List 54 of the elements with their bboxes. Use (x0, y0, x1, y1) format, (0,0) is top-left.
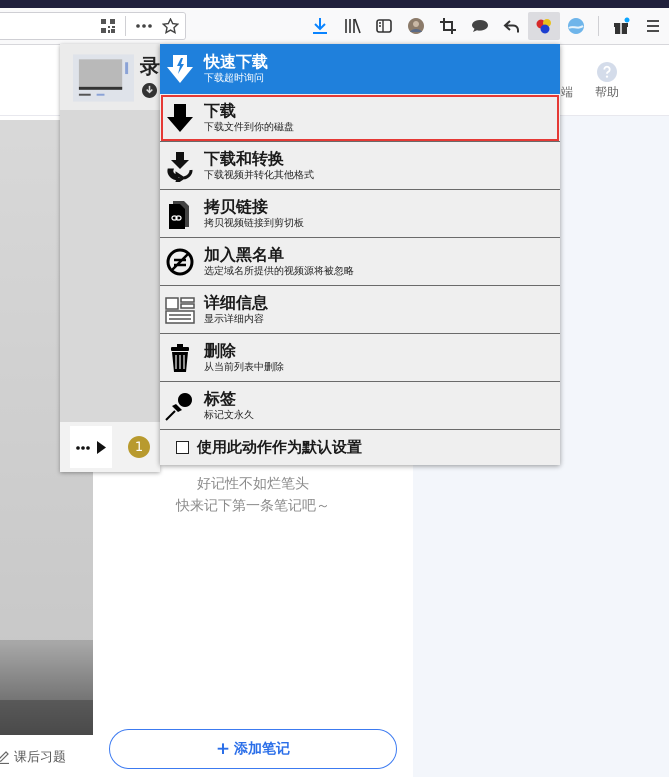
sidebar-icon[interactable] (375, 17, 393, 35)
empty-notes-text: 好记性不如烂笔头 (197, 475, 309, 493)
star-icon[interactable] (162, 18, 179, 34)
pencil-icon[interactable] (0, 750, 10, 764)
menu-item-title: 下载和转换 (204, 148, 285, 168)
menu-item-title: 下载 (204, 100, 237, 120)
menu-item-title: 拷贝链接 (204, 196, 269, 216)
library-icon[interactable] (343, 17, 361, 35)
menu-item-description: 标记文永久 (204, 408, 254, 422)
lightning-download-icon (164, 53, 196, 85)
download-arrow-icon (164, 102, 196, 134)
menu-item-title: 标签 (204, 388, 237, 408)
qr-code-icon[interactable] (101, 19, 115, 33)
menu-icon[interactable] (644, 17, 662, 35)
crop-icon[interactable] (439, 17, 457, 35)
menu-item-description: 显示详细内容 (204, 312, 265, 326)
menu-item[interactable]: 拷贝链接 拷贝视频链接到剪切板 (160, 190, 560, 238)
menu-item[interactable]: 删除 从当前列表中删除 (160, 334, 560, 382)
menu-item[interactable]: 详细信息 显示详细内容 (160, 286, 560, 334)
menu-item-title: 快速下载 (204, 52, 268, 72)
checkbox[interactable] (176, 441, 189, 454)
menu-item-title: 加入黑名单 (204, 244, 285, 264)
address-bar[interactable] (0, 12, 186, 40)
menu-item[interactable]: 快速下载 下载超时询问 (160, 44, 560, 94)
download-icon[interactable] (311, 17, 329, 35)
menu-item-description: 下载视频并转化其他格式 (204, 168, 314, 182)
menu-item-description: 拷贝视频链接到剪切板 (204, 216, 304, 230)
empty-notes-text: 快来记下第一条笔记吧～ (176, 497, 330, 515)
more-play-icon (75, 440, 107, 454)
count-badge: 1 (128, 436, 150, 458)
menu-item-description: 从当前列表中删除 (204, 360, 284, 374)
download-circle-icon[interactable] (142, 83, 157, 98)
menu-item-title: 详细信息 (204, 292, 268, 312)
lesson-tab[interactable]: 课后习题 (14, 748, 66, 766)
menu-item-description: 选定域名所提供的视频源将被忽略 (204, 264, 354, 278)
menu-item[interactable]: 下载和转换 下载视频并转化其他格式 (160, 142, 560, 190)
menu-item-description: 下载文件到你的磁盘 (204, 120, 294, 134)
play-more-button[interactable] (70, 426, 112, 468)
help-label[interactable]: 帮助 (595, 84, 619, 101)
add-note-button[interactable]: + 添加笔记 (109, 729, 397, 769)
video-title: 录 (140, 54, 160, 78)
menu-item-description: 下载超时询问 (204, 72, 265, 86)
colored-balls-icon[interactable] (535, 17, 553, 35)
menu-item-title: 删除 (204, 340, 237, 360)
avatar-icon[interactable] (407, 17, 425, 35)
menu-item[interactable]: 下载 下载文件到你的磁盘 (160, 94, 560, 142)
menu-item[interactable]: 加入黑名单 选定域名所提供的视频源将被忽略 (160, 238, 560, 286)
more-icon[interactable] (136, 24, 152, 28)
checkbox-label[interactable]: 使用此动作作为默认设置 (197, 438, 362, 457)
menu-item[interactable]: 标签 标记文永久 (160, 382, 560, 430)
nav-label[interactable]: 端 (561, 84, 573, 101)
prohibited-icon (164, 246, 196, 278)
speech-bubble-icon[interactable] (471, 17, 489, 35)
gift-icon[interactable] (612, 17, 630, 35)
